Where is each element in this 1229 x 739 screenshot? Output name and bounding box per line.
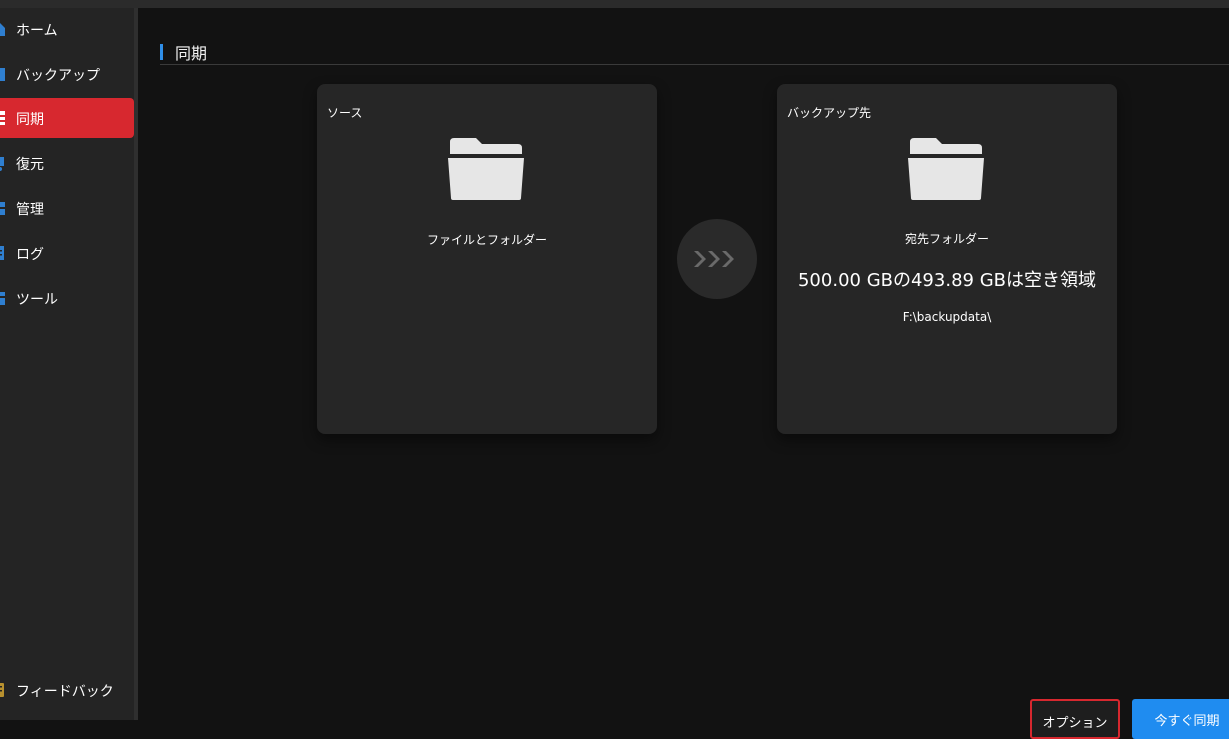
page-title: 同期	[160, 40, 207, 64]
destination-label: バックアップ先	[787, 106, 872, 120]
log-icon	[0, 246, 4, 260]
title-divider	[160, 64, 1229, 65]
sidebar-divider	[134, 8, 138, 720]
options-button[interactable]: オプション	[1030, 699, 1120, 739]
sync-direction-indicator	[677, 219, 757, 299]
sidebar-item-label: ツール	[16, 292, 58, 308]
source-label: ソース	[327, 106, 363, 120]
sidebar-item-feedback[interactable]: フィードバック	[0, 670, 134, 710]
sidebar-item-tools[interactable]: ツール	[0, 278, 134, 318]
home-icon	[0, 23, 5, 36]
sidebar-item-label: ホーム	[16, 23, 58, 39]
page-title-text: 同期	[175, 44, 208, 63]
sidebar-item-label: 管理	[16, 202, 44, 218]
restore-icon	[0, 157, 4, 171]
sidebar-item-home[interactable]: ホーム	[0, 9, 134, 49]
manage-icon	[0, 202, 5, 215]
sidebar-item-label: 復元	[16, 157, 44, 173]
sidebar-item-log[interactable]: ログ	[0, 233, 134, 273]
triple-chevron-right-icon	[694, 251, 734, 267]
tools-icon	[0, 292, 5, 305]
backup-icon	[0, 68, 5, 81]
feedback-icon	[0, 683, 4, 697]
destination-card[interactable]: バックアップ先 宛先フォルダー 500.00 GBの493.89 GBは空き領域…	[777, 84, 1117, 434]
sidebar-item-label: ログ	[16, 247, 44, 263]
source-subtitle: ファイルとフォルダー	[426, 233, 547, 247]
destination-path: F:\backupdata\	[902, 310, 992, 324]
folder-icon	[908, 138, 984, 200]
sidebar-item-manage[interactable]: 管理	[0, 188, 134, 228]
sidebar: ホーム バックアップ 同期 復元 管理 ログ ツール フィードバック	[0, 8, 134, 720]
folder-icon	[448, 138, 524, 200]
source-card[interactable]: ソース ファイルとフォルダー	[317, 84, 657, 434]
sidebar-item-label: バックアップ	[16, 68, 100, 84]
sidebar-item-sync[interactable]: 同期	[0, 98, 134, 138]
free-space-info: 500.00 GBの493.89 GBは空き領域	[797, 270, 1096, 291]
window-top-bar	[0, 0, 1229, 8]
destination-subtitle: 宛先フォルダー	[904, 232, 989, 246]
sidebar-item-label: フィードバック	[16, 684, 114, 700]
sidebar-item-backup[interactable]: バックアップ	[0, 54, 134, 94]
title-accent-bar	[160, 44, 163, 60]
sync-now-button[interactable]: 今すぐ同期	[1132, 699, 1229, 739]
sidebar-item-label: 同期	[16, 112, 44, 128]
sync-icon	[0, 111, 5, 125]
sidebar-item-restore[interactable]: 復元	[0, 143, 134, 183]
